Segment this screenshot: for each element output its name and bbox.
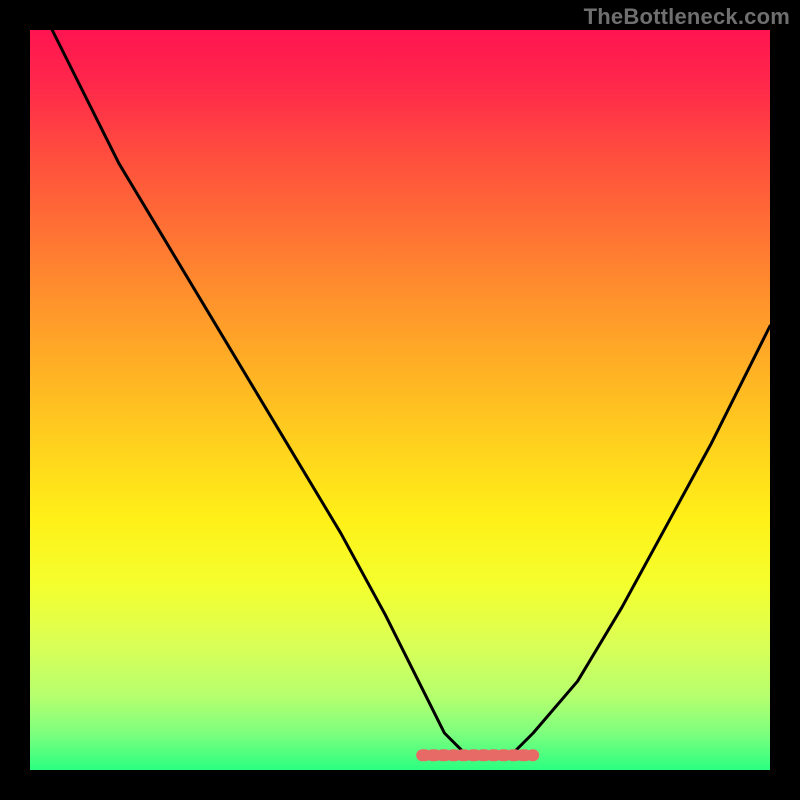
curve-layer — [30, 30, 770, 770]
bottleneck-curve — [52, 30, 770, 755]
plot-area — [30, 30, 770, 770]
attribution-label: TheBottleneck.com — [584, 4, 790, 30]
chart-stage: TheBottleneck.com — [0, 0, 800, 800]
